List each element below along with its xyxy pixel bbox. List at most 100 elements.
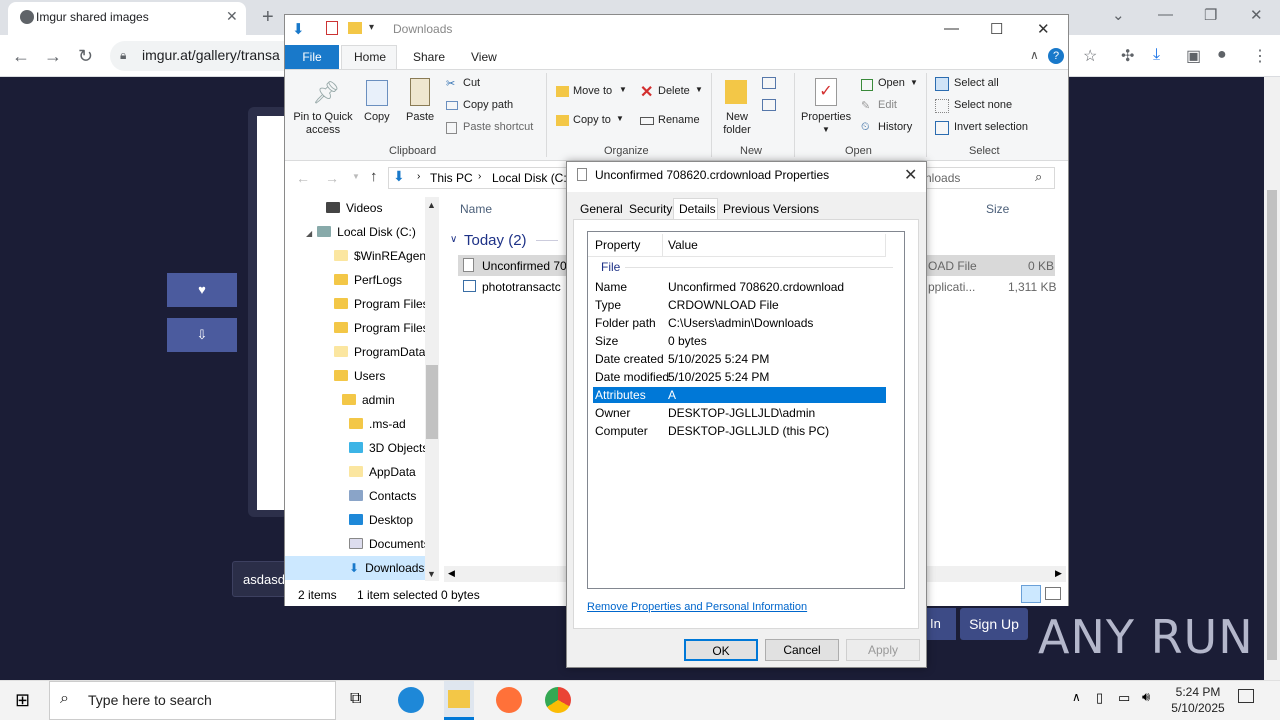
hscroll-right-icon[interactable]: ▶ bbox=[1055, 568, 1062, 579]
sign-up-button[interactable]: Sign Up bbox=[960, 608, 1028, 640]
chrome-icon[interactable] bbox=[545, 687, 571, 713]
breadcrumb-this-pc[interactable]: This PC bbox=[430, 171, 473, 185]
details-view-icon[interactable] bbox=[1021, 585, 1041, 603]
large-icons-view-icon[interactable] bbox=[1045, 587, 1061, 600]
column-header-name[interactable]: Name bbox=[460, 202, 492, 216]
explorer-maximize-icon[interactable]: ☐ bbox=[990, 20, 1003, 38]
nav-scroll-down-icon[interactable]: ▼ bbox=[427, 569, 436, 579]
apply-button[interactable]: Apply bbox=[846, 639, 920, 661]
prop-computer-label[interactable]: Computer bbox=[595, 424, 648, 438]
close-tab-icon[interactable]: ✕ bbox=[226, 8, 238, 25]
nav-item-appdata[interactable]: AppData bbox=[349, 465, 416, 479]
tab-search-icon[interactable]: ⌄ bbox=[1112, 6, 1125, 24]
prop-date-modified-label[interactable]: Date modified bbox=[595, 370, 669, 384]
comment-input[interactable]: asdasd bbox=[232, 561, 292, 597]
prop-size-label[interactable]: Size bbox=[595, 334, 618, 348]
paste-button[interactable]: Paste bbox=[406, 111, 434, 123]
tab-general[interactable]: General bbox=[580, 202, 623, 220]
nav-item-winreagent[interactable]: $WinREAgent bbox=[334, 249, 429, 263]
tab-security[interactable]: Security bbox=[629, 202, 672, 220]
cut-button[interactable]: Cut bbox=[463, 77, 480, 89]
forward-icon[interactable]: → bbox=[44, 46, 62, 67]
nav-item-desktop[interactable]: Desktop bbox=[349, 513, 413, 527]
firefox-icon[interactable] bbox=[496, 687, 522, 713]
copy-button[interactable]: Copy bbox=[364, 111, 390, 123]
new-folder-button[interactable]: New folder bbox=[719, 111, 755, 137]
file-row-name[interactable]: Unconfirmed 70 bbox=[482, 259, 567, 273]
cancel-button[interactable]: Cancel bbox=[765, 639, 839, 661]
explorer-forward-icon[interactable]: → bbox=[325, 170, 339, 186]
properties-dropdown-icon[interactable]: ▼ bbox=[822, 125, 830, 134]
download-button[interactable]: ⇩ bbox=[167, 318, 237, 352]
nav-item-documents[interactable]: Documents bbox=[349, 537, 430, 551]
header-value[interactable]: Value bbox=[668, 238, 698, 252]
notification-icon[interactable] bbox=[1238, 689, 1254, 703]
header-property[interactable]: Property bbox=[595, 238, 640, 252]
header-separator[interactable] bbox=[662, 234, 663, 256]
nav-scroll-up-icon[interactable]: ▲ bbox=[427, 200, 436, 210]
copy-to-dropdown-icon[interactable]: ▼ bbox=[616, 114, 624, 123]
download-icon[interactable]: ⤓ bbox=[1153, 46, 1160, 64]
nav-item-users[interactable]: Users bbox=[334, 369, 385, 383]
profile-icon[interactable]: ● bbox=[1217, 46, 1227, 64]
prop-type-label[interactable]: Type bbox=[595, 298, 621, 312]
column-header-size[interactable]: Size bbox=[986, 202, 1009, 216]
remove-properties-link[interactable]: Remove Properties and Personal Informati… bbox=[587, 601, 807, 613]
collapse-arrow-icon[interactable]: ◢ bbox=[306, 229, 312, 238]
up-level-icon[interactable]: ↑ bbox=[370, 168, 378, 185]
prop-date-created-label[interactable]: Date created bbox=[595, 352, 664, 366]
nav-item-program-files-x86[interactable]: Program Files bbox=[334, 321, 429, 335]
restore-icon[interactable]: ❐ bbox=[1204, 6, 1217, 24]
tab-previous-versions[interactable]: Previous Versions bbox=[723, 202, 819, 220]
hscroll-left-icon[interactable]: ◀ bbox=[448, 568, 455, 579]
header-separator[interactable] bbox=[885, 234, 886, 256]
open-button[interactable]: Open bbox=[878, 77, 905, 89]
new-item-icon[interactable] bbox=[762, 77, 776, 89]
customize-qa-icon[interactable]: ▾ bbox=[369, 22, 374, 33]
start-button-icon[interactable]: ⊞ bbox=[15, 690, 30, 711]
minimize-icon[interactable]: — bbox=[1158, 6, 1173, 23]
prop-owner-label[interactable]: Owner bbox=[595, 406, 630, 420]
tab-share[interactable]: Share bbox=[413, 50, 445, 64]
nav-item-admin[interactable]: admin bbox=[342, 393, 395, 407]
extensions-icon[interactable]: ✣ bbox=[1121, 46, 1134, 66]
task-view-icon[interactable]: ⧉ bbox=[350, 690, 361, 708]
breadcrumb-local-disk[interactable]: Local Disk (C:) bbox=[492, 171, 571, 185]
explorer-back-icon[interactable]: ← bbox=[296, 170, 310, 186]
nav-item-ms-ad[interactable]: .ms-ad bbox=[349, 417, 406, 431]
file-explorer-icon[interactable] bbox=[448, 690, 470, 708]
side-panel-icon[interactable]: ▣ bbox=[1186, 46, 1201, 66]
edit-button[interactable]: Edit bbox=[878, 99, 897, 111]
group-collapse-icon[interactable]: ∨ bbox=[450, 234, 457, 245]
prop-attributes-label[interactable]: Attributes bbox=[595, 388, 646, 402]
properties-button[interactable]: Properties bbox=[801, 111, 851, 123]
back-icon[interactable]: ← bbox=[12, 46, 30, 67]
network-icon[interactable]: ▭ bbox=[1118, 690, 1130, 706]
bookmark-star-icon[interactable]: ☆ bbox=[1083, 46, 1097, 66]
nav-item-programdata[interactable]: ProgramData bbox=[334, 345, 425, 359]
group-header-today[interactable]: Today (2) bbox=[464, 232, 527, 249]
paste-shortcut-button[interactable]: Paste shortcut bbox=[463, 121, 533, 133]
sign-in-button[interactable]: In bbox=[926, 608, 956, 640]
collapse-ribbon-icon[interactable]: ∧ bbox=[1030, 48, 1039, 62]
help-icon[interactable]: ? bbox=[1048, 48, 1064, 64]
nav-item-contacts[interactable]: Contacts bbox=[349, 489, 416, 503]
new-folder-qa-icon[interactable] bbox=[348, 22, 362, 34]
taskbar-clock[interactable]: 5:24 PM 5/10/2025 bbox=[1168, 684, 1228, 716]
nav-item-downloads[interactable]: ⬇ Downloads bbox=[349, 561, 424, 575]
easy-access-icon[interactable] bbox=[762, 99, 776, 111]
menu-icon[interactable]: ⋮ bbox=[1252, 46, 1268, 66]
prop-name-label[interactable]: Name bbox=[595, 280, 627, 294]
pin-to-quick-access-button[interactable]: Pin to Quick access bbox=[290, 111, 356, 137]
nav-item-videos[interactable]: Videos bbox=[326, 201, 382, 215]
like-button[interactable]: ♥ bbox=[167, 273, 237, 307]
ok-button[interactable]: OK bbox=[684, 639, 758, 661]
recent-locations-icon[interactable]: ▼ bbox=[352, 172, 360, 181]
delete-dropdown-icon[interactable]: ▼ bbox=[695, 85, 703, 94]
nav-item-local-disk[interactable]: ◢ Local Disk (C:) bbox=[306, 225, 416, 239]
page-scroll-thumb[interactable] bbox=[1267, 190, 1277, 660]
move-to-button[interactable]: Move to bbox=[573, 85, 612, 97]
move-to-dropdown-icon[interactable]: ▼ bbox=[619, 85, 627, 94]
rename-button[interactable]: Rename bbox=[658, 114, 700, 126]
dialog-close-icon[interactable]: ✕ bbox=[904, 165, 917, 185]
